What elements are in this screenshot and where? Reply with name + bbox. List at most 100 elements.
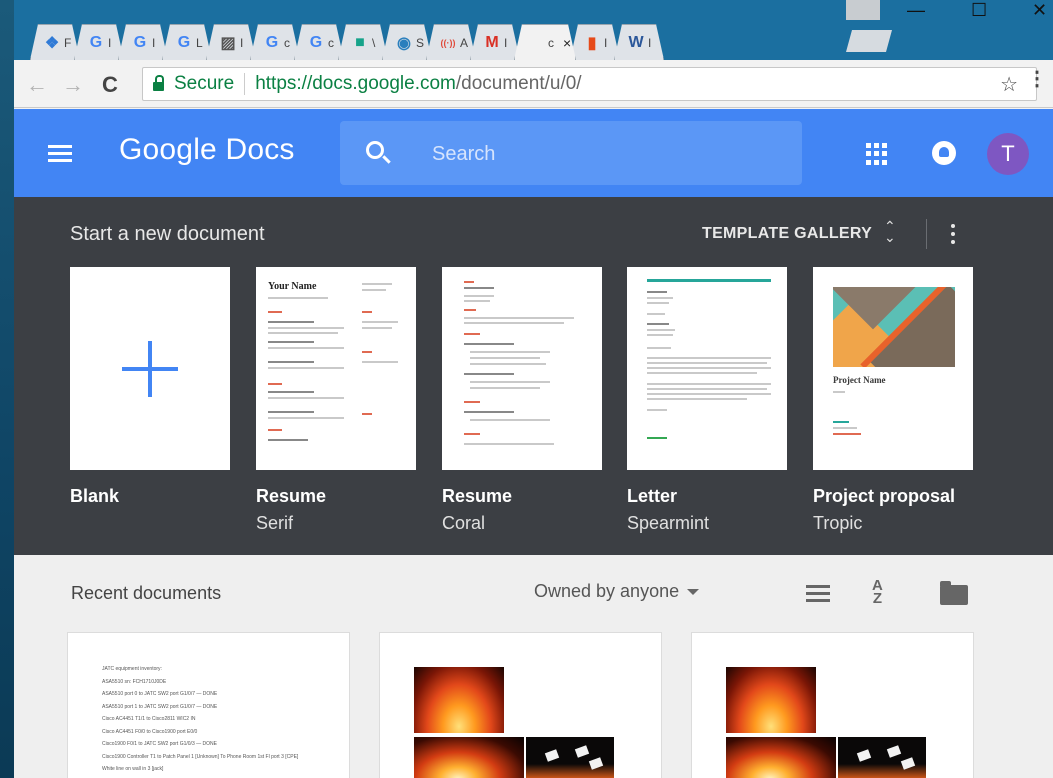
browser-tab[interactable]: ◉ S: [382, 24, 432, 60]
fire-image: [726, 667, 816, 733]
browser-menu-icon[interactable]: ⋮: [1027, 66, 1047, 91]
apps-grid-icon[interactable]: [866, 143, 888, 165]
app-title[interactable]: Google Docs: [119, 133, 295, 167]
template-thumbnail[interactable]: [442, 267, 602, 470]
browser-tab[interactable]: ■ \: [338, 24, 388, 60]
google-icon: G: [89, 33, 103, 51]
doc-preview-line: Cisco1900 F0/1 to JATC SW2 port G1/0/3 —…: [102, 741, 217, 747]
start-new-document-title: Start a new document: [70, 223, 265, 245]
template-name: Blank: [70, 486, 120, 506]
template-name: Letter: [627, 486, 678, 506]
browser-tab[interactable]: MI: [470, 24, 520, 60]
expand-collapse-icon[interactable]: ⌃ ⌄: [884, 219, 896, 244]
browser-tab[interactable]: GI: [118, 24, 168, 60]
browser-tab[interactable]: ▮ I: [570, 24, 620, 60]
bookmark-star-icon[interactable]: ☆: [1000, 72, 1018, 97]
dell-icon: ◉: [397, 34, 411, 52]
profile-button[interactable]: [846, 0, 880, 20]
browser-tab[interactable]: Gc: [250, 24, 300, 60]
search-input[interactable]: [432, 141, 772, 167]
reload-button[interactable]: C: [102, 72, 118, 98]
omnibox-divider: [244, 73, 246, 95]
browser-tab[interactable]: GI: [74, 24, 124, 60]
maximize-button[interactable]: ☐: [971, 0, 987, 22]
recent-doc-card[interactable]: JATC equipment inventory: ASA5510 sn: FCH…: [67, 632, 350, 778]
close-window-button[interactable]: ✕: [1032, 0, 1047, 22]
doc-preview-text: JATC equipment inventory: ASA5510 sn: FCH…: [102, 663, 298, 776]
new-tab-button[interactable]: [846, 30, 892, 52]
docs-header: Google Docs T: [14, 109, 1053, 197]
notifications-bell-icon[interactable]: [932, 141, 956, 165]
template-resume-coral[interactable]: Resume Coral: [442, 267, 602, 534]
template-blank[interactable]: Blank: [70, 267, 230, 507]
fire-image: [526, 737, 614, 778]
search-box[interactable]: [340, 121, 802, 185]
more-options-icon[interactable]: [951, 224, 955, 248]
browser-tab[interactable]: ((·)) A: [426, 24, 476, 60]
owner-filter-dropdown[interactable]: Owned by anyone: [534, 581, 700, 602]
browser-tab[interactable]: ❖ F: [30, 24, 80, 60]
back-button[interactable]: ←: [26, 72, 48, 98]
google-icon: G: [177, 33, 191, 51]
address-bar[interactable]: Secure https://docs.google.com/document/…: [142, 67, 1037, 101]
google-icon: G: [133, 33, 147, 51]
chevron-down-icon: [687, 589, 700, 596]
template-thumbnail[interactable]: Project Name: [813, 267, 973, 470]
doc-preview-line: ASA5510 port 1 to JATC SW2 port G1/0/7 —…: [102, 703, 218, 710]
owner-filter-label: Owned by anyone: [534, 581, 680, 601]
close-tab-icon[interactable]: ×: [563, 35, 571, 51]
image-icon: ▨: [220, 34, 236, 52]
lock-icon: [153, 75, 164, 91]
template-thumbnail[interactable]: Your Name: [256, 267, 416, 470]
recent-doc-card[interactable]: [379, 632, 662, 778]
browser-tab[interactable]: GL: [162, 24, 212, 60]
doc-preview-line: Cisco AC4451 F0/0 to Cisco1900 port E0/0: [102, 728, 198, 735]
browser-tab[interactable]: ▨ I: [206, 24, 256, 60]
tab-title: I: [604, 35, 608, 50]
thumb-heading: Your Name: [268, 281, 317, 292]
account-avatar[interactable]: T: [987, 133, 1029, 175]
tab-title: c: [548, 35, 554, 50]
google-icon: G: [265, 33, 279, 51]
word-icon: W: [628, 33, 644, 51]
main-menu-icon[interactable]: [48, 145, 72, 163]
gmail-icon: M: [485, 33, 499, 51]
doc-preview-line: Cisco1900 Controller T1 to Patch Panel 1…: [102, 753, 299, 760]
template-letter-spearmint[interactable]: Letter Spearmint: [627, 267, 787, 534]
tab-title: \: [372, 35, 376, 50]
browser-tab[interactable]: c ×: [514, 24, 576, 60]
toolbar-divider: [926, 219, 927, 249]
minimize-button[interactable]: —: [907, 0, 925, 22]
template-gallery-button[interactable]: TEMPLATE GALLERY: [702, 225, 872, 243]
template-thumbnail[interactable]: [70, 267, 230, 470]
template-name: Project proposal: [813, 486, 956, 506]
fire-image: [414, 737, 524, 778]
recent-doc-card[interactable]: [691, 632, 974, 778]
wifi-icon: ((·)): [440, 37, 456, 48]
tab-list: ❖ F G I G I G L ▨ I Gc Gc ■ \ ◉ S ((·)) A M Ic × ▮ I W I: [30, 24, 658, 60]
tab-title: I: [504, 35, 508, 50]
tab-title: S: [416, 35, 425, 50]
doc-preview-line: ASA5510 port 0 to JATC SW2 port G1/0/7 —…: [102, 691, 218, 697]
template-style: Tropic: [813, 513, 863, 533]
template-thumbnail[interactable]: [627, 267, 787, 470]
search-icon[interactable]: [366, 141, 384, 159]
template-resume-serif[interactable]: Your Name Resume Serif: [256, 267, 416, 534]
template-section: Start a new document TEMPLATE GALLERY ⌃ ⌄…: [14, 197, 1053, 555]
tab-title: I: [152, 35, 156, 50]
template-style: Coral: [442, 513, 486, 533]
sort-az-icon[interactable]: AZ: [872, 578, 883, 606]
browser-tab[interactable]: Gc: [294, 24, 344, 60]
url-host: https://docs.google.com: [255, 73, 456, 94]
browser-toolbar: ← → C Secure https://docs.google.com/doc…: [14, 60, 1053, 108]
browser-tab[interactable]: WI: [614, 24, 664, 60]
doc-preview-line: Cisco AC4451 T1/1 to Cisco2811 WIC2 IN: [102, 716, 196, 722]
folder-picker-icon[interactable]: [940, 581, 968, 605]
list-view-icon[interactable]: [806, 585, 830, 606]
doc-preview-line: ASA5510 sn: FCH1710J0DE: [102, 678, 167, 685]
template-name: Resume: [256, 486, 327, 506]
template-project-proposal-tropic[interactable]: Project Name Project proposal Tropic: [813, 267, 973, 534]
url-path: /document/u/0/: [455, 73, 582, 94]
forward-button[interactable]: →: [62, 72, 84, 98]
tab-title: I: [240, 35, 244, 50]
